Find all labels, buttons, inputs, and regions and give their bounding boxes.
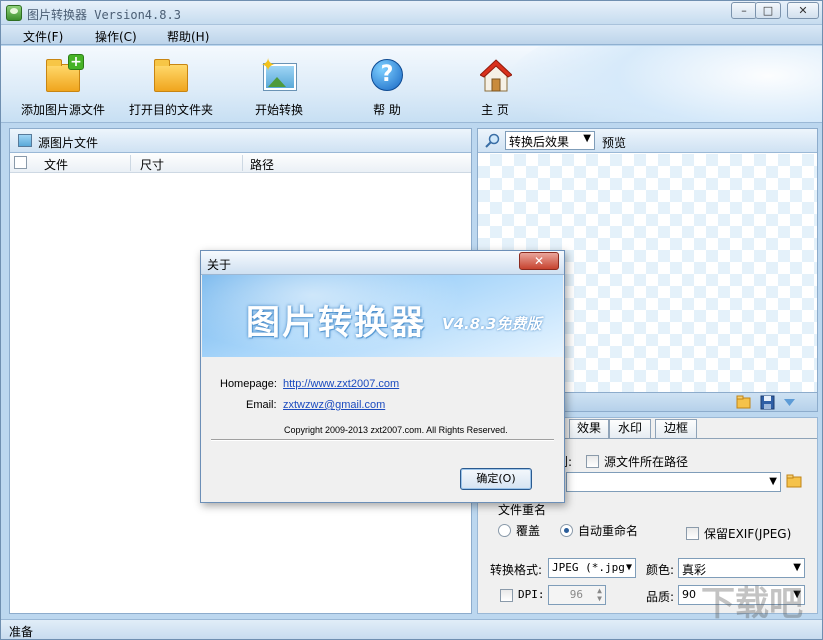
preview-header: 转换后效果 ▼ 预览 [478, 129, 817, 153]
keep-exif-checkbox[interactable] [686, 527, 699, 540]
save-icon[interactable] [760, 395, 775, 410]
add-source-button[interactable]: + 添加图片源文件 [13, 52, 113, 122]
overwrite-label: 覆盖 [516, 524, 541, 538]
column-file[interactable]: 文件 [44, 156, 68, 173]
menu-bar: 文件(F) 操作(C) 帮助(H) [1, 25, 822, 45]
format-value: JPEG (*.jpg [552, 561, 625, 574]
ok-button[interactable]: 确定(O) [460, 468, 532, 490]
dpi-spinner[interactable]: 96 ▲ ▼ [548, 585, 606, 605]
open-folder-icon[interactable] [736, 395, 751, 410]
home-label: 主 页 [481, 103, 509, 117]
close-button[interactable]: ✕ [787, 2, 819, 19]
column-size[interactable]: 尺寸 [140, 156, 164, 173]
browse-folder-icon[interactable] [786, 474, 802, 489]
menu-file[interactable]: 文件(F) [23, 28, 63, 45]
menu-operate[interactable]: 操作(C) [95, 28, 137, 45]
magnifier-icon [485, 133, 500, 148]
preview-mode-value: 转换后效果 [509, 135, 570, 149]
source-files-title: 源图片文件 [38, 136, 99, 150]
keep-exif-label: 保留EXIF(JPEG) [704, 527, 792, 541]
site-watermark-logo: 下载吧 [701, 584, 803, 624]
open-destination-button[interactable]: 打开目的文件夹 [121, 52, 221, 122]
quality-label: 品质: [646, 590, 675, 604]
email-label: Email: [246, 399, 277, 411]
spinner-arrows-icon: ▲ ▼ [597, 586, 602, 603]
source-path-checkbox[interactable] [586, 455, 599, 468]
status-text: 准备 [9, 625, 34, 639]
preview-label: 预览 [602, 136, 627, 150]
auto-rename-label: 自动重命名 [578, 524, 639, 538]
collapse-arrow-icon[interactable] [782, 395, 797, 410]
source-files-header: 源图片文件 [10, 129, 471, 153]
overwrite-radio[interactable] [498, 524, 511, 537]
about-version: V4.8.3免费版 [442, 315, 542, 333]
help-label: 帮 助 [373, 103, 401, 117]
format-label: 转换格式: [490, 563, 543, 577]
start-convert-label: 开始转换 [254, 103, 303, 117]
about-dialog: 关于 ✕ 图片转换器 V4.8.3免费版 Homepage: http://ww… [200, 250, 565, 503]
dpi-value: 96 [569, 588, 583, 601]
maximize-button[interactable]: □ [755, 2, 781, 19]
rename-group-label: 文件重名 [498, 503, 547, 517]
home-button[interactable]: 主 页 [445, 52, 545, 122]
dpi-label: DPI: [518, 588, 545, 601]
menu-help[interactable]: 帮助(H) [167, 28, 209, 45]
toolbar-decoration [502, 46, 822, 122]
about-close-button[interactable]: ✕ [519, 252, 559, 270]
email-link[interactable]: zxtwzwz@gmail.com [283, 399, 385, 411]
output-folder-select[interactable]: ▼ [566, 472, 781, 492]
column-path[interactable]: 路径 [250, 156, 274, 173]
color-label: 颜色: [646, 563, 675, 577]
format-select[interactable]: JPEG (*.jpg ▼ [548, 558, 636, 578]
start-convert-button[interactable]: ✦ 开始转换 [229, 52, 329, 122]
minimize-button[interactable]: – [731, 2, 757, 19]
homepage-label: Homepage: [220, 378, 277, 390]
about-app-name: 图片转换器 [246, 303, 426, 343]
about-banner: 图片转换器 V4.8.3免费版 [202, 275, 563, 357]
source-path-label: 源文件所在路径 [604, 455, 689, 469]
add-source-label: 添加图片源文件 [20, 103, 105, 117]
preview-mode-select[interactable]: 转换后效果 ▼ [505, 131, 595, 150]
select-all-checkbox[interactable] [14, 156, 27, 169]
file-list-header: 文件 尺寸 路径 [10, 153, 471, 173]
tab-border[interactable]: 边框 [655, 419, 697, 438]
image-icon [18, 134, 32, 147]
chevron-down-icon: ▼ [769, 476, 777, 487]
home-icon [476, 58, 514, 94]
help-icon: ? [368, 58, 406, 94]
chevron-down-icon: ▼ [625, 562, 632, 573]
dpi-checkbox[interactable] [500, 589, 513, 602]
about-dialog-titlebar: 关于 ✕ [201, 251, 564, 275]
auto-rename-radio[interactable] [560, 524, 573, 537]
toolbar: + 添加图片源文件 打开目的文件夹 ✦ 开始转换 ? 帮 助 主 页 [1, 46, 822, 123]
title-bar: 图片转换器 Version4.8.3 – □ ✕ [1, 1, 822, 25]
magic-picture-icon: ✦ [260, 57, 298, 94]
chevron-down-icon: ▼ [583, 133, 591, 144]
window-title: 图片转换器 Version4.8.3 [27, 8, 181, 22]
dialog-divider [211, 439, 554, 441]
add-folder-icon: + [44, 54, 84, 94]
about-dialog-title: 关于 [207, 258, 232, 272]
tab-effect[interactable]: 效果 [569, 419, 609, 438]
homepage-link[interactable]: http://www.zxt2007.com [283, 378, 399, 390]
copyright-text: Copyright 2009-2013 zxt2007.com. All Rig… [284, 425, 508, 435]
help-button[interactable]: ? 帮 助 [337, 52, 437, 122]
folder-icon [152, 58, 190, 94]
open-destination-label: 打开目的文件夹 [128, 103, 213, 117]
app-icon [6, 5, 22, 21]
watermark-text: 下载吧 [701, 584, 803, 624]
tab-watermark[interactable]: 水印 [609, 419, 651, 438]
